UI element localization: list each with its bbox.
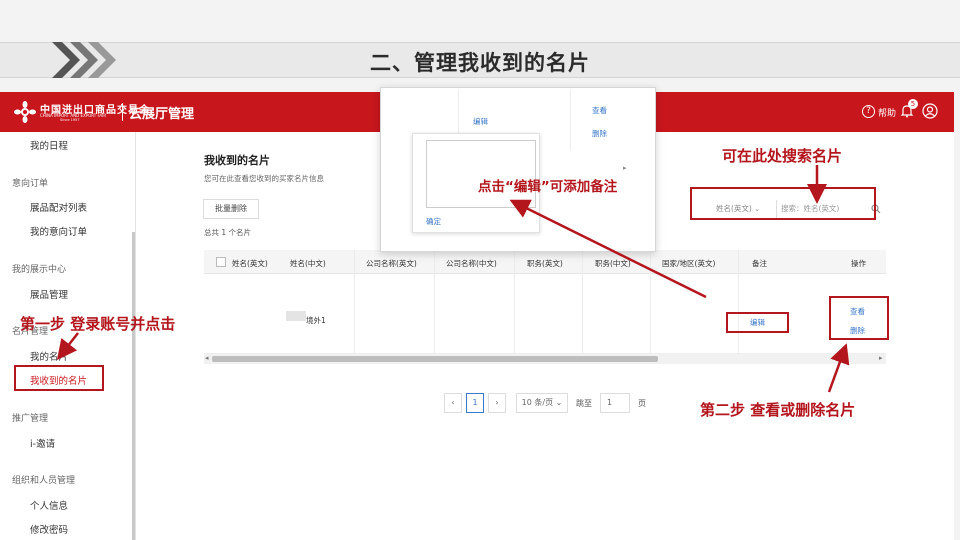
column-header: 姓名(中文): [290, 259, 326, 268]
cell-name-cn: 境外1: [306, 316, 326, 325]
sidebar-group-promo: 推广管理: [12, 414, 49, 424]
total-count: 总共 1 个名片: [204, 228, 252, 237]
delete-link[interactable]: 删除: [850, 325, 865, 336]
sidebar-item-invite[interactable]: i-邀请: [30, 436, 55, 450]
header-divider: [122, 103, 123, 121]
logo-since: Since 1957: [60, 118, 80, 122]
sidebar-item-product-match[interactable]: 展品配对列表: [30, 200, 87, 214]
highlight-search: [690, 187, 876, 220]
sidebar-item-my-card[interactable]: 我的名片: [30, 349, 68, 363]
redacted-name: [286, 311, 306, 321]
column-header: 职务(中文): [595, 259, 631, 268]
sidebar-group-org: 组织和人员管理: [12, 476, 76, 486]
column-header: 姓名(英文): [232, 259, 268, 268]
sidebar-item-my-schedule[interactable]: 我的日程: [30, 138, 68, 152]
sidebar-item-change-password[interactable]: 修改密码: [30, 522, 68, 536]
page-size-select[interactable]: 10 条/页 ⌄: [516, 393, 568, 413]
sidebar-item-received-cards[interactable]: 我收到的名片: [30, 373, 87, 387]
slide-title: 二、管理我收到的名片: [370, 51, 590, 75]
annotation-search: 可在此处搜索名片: [722, 147, 843, 165]
user-avatar-icon[interactable]: [922, 103, 938, 119]
sidebar-item-product-manage[interactable]: 展品管理: [30, 287, 68, 301]
column-header: 国家/地区(英文): [662, 259, 716, 268]
remark-textarea[interactable]: [426, 140, 536, 208]
goto-label: 跳至: [576, 399, 592, 408]
scroll-right-icon[interactable]: ▸: [879, 354, 883, 362]
popup-delete-link[interactable]: 删除: [592, 128, 607, 139]
batch-delete-button[interactable]: 批量删除: [203, 199, 259, 219]
notification-badge: 5: [908, 99, 918, 109]
annotation-step2: 第二步 查看或删除名片: [700, 401, 856, 419]
scroll-left-icon[interactable]: ◂: [205, 354, 209, 362]
page-number-button[interactable]: 1: [466, 393, 484, 413]
canton-fair-logo-icon: [14, 101, 36, 123]
help-link[interactable]: 帮助: [878, 106, 896, 119]
page-unit-label: 页: [638, 399, 646, 408]
view-link[interactable]: 查看: [850, 306, 865, 317]
sidebar-group-display: 我的展示中心: [12, 265, 67, 275]
popup-scroll-right-icon[interactable]: ▸: [623, 164, 627, 172]
sidebar-scrollbar[interactable]: [132, 232, 135, 540]
column-header: 操作: [851, 259, 866, 268]
annotation-step1: 第一步 登录账号并点击: [20, 315, 176, 333]
annotation-edit: 点击“编辑”可添加备注: [478, 179, 618, 195]
page-title: 我收到的名片: [204, 154, 270, 167]
scrollbar-thumb[interactable]: [212, 356, 658, 362]
popup-divider: [458, 90, 459, 138]
column-header: 公司名称(英文): [366, 259, 417, 268]
edit-remark-link[interactable]: 编辑: [750, 317, 765, 328]
column-header: 职务(英文): [527, 259, 563, 268]
column-header: 备注: [752, 259, 767, 268]
page-subtitle: 您可在此查看您收到的买家名片信息: [204, 174, 324, 183]
popup-view-link[interactable]: 查看: [592, 105, 607, 116]
popup-divider: [570, 90, 571, 150]
app-name: 云展厅管理: [129, 107, 195, 122]
page-size-value: 10 条/页: [521, 398, 554, 407]
select-all-checkbox[interactable]: [216, 257, 226, 267]
sidebar-item-my-orders[interactable]: 我的意向订单: [30, 224, 87, 238]
next-page-button[interactable]: ›: [488, 393, 506, 413]
column-header: 公司名称(中文): [446, 259, 497, 268]
sidebar-item-personal-info[interactable]: 个人信息: [30, 498, 68, 512]
confirm-button[interactable]: 确定: [426, 216, 441, 227]
help-icon[interactable]: ?: [862, 105, 875, 118]
popup-edit-link[interactable]: 编辑: [473, 116, 488, 127]
sidebar-group-orders: 意向订单: [12, 179, 49, 189]
goto-page-input[interactable]: 1: [600, 393, 630, 413]
prev-page-button[interactable]: ‹: [444, 393, 462, 413]
chevron-down-icon: ⌄: [553, 398, 563, 407]
